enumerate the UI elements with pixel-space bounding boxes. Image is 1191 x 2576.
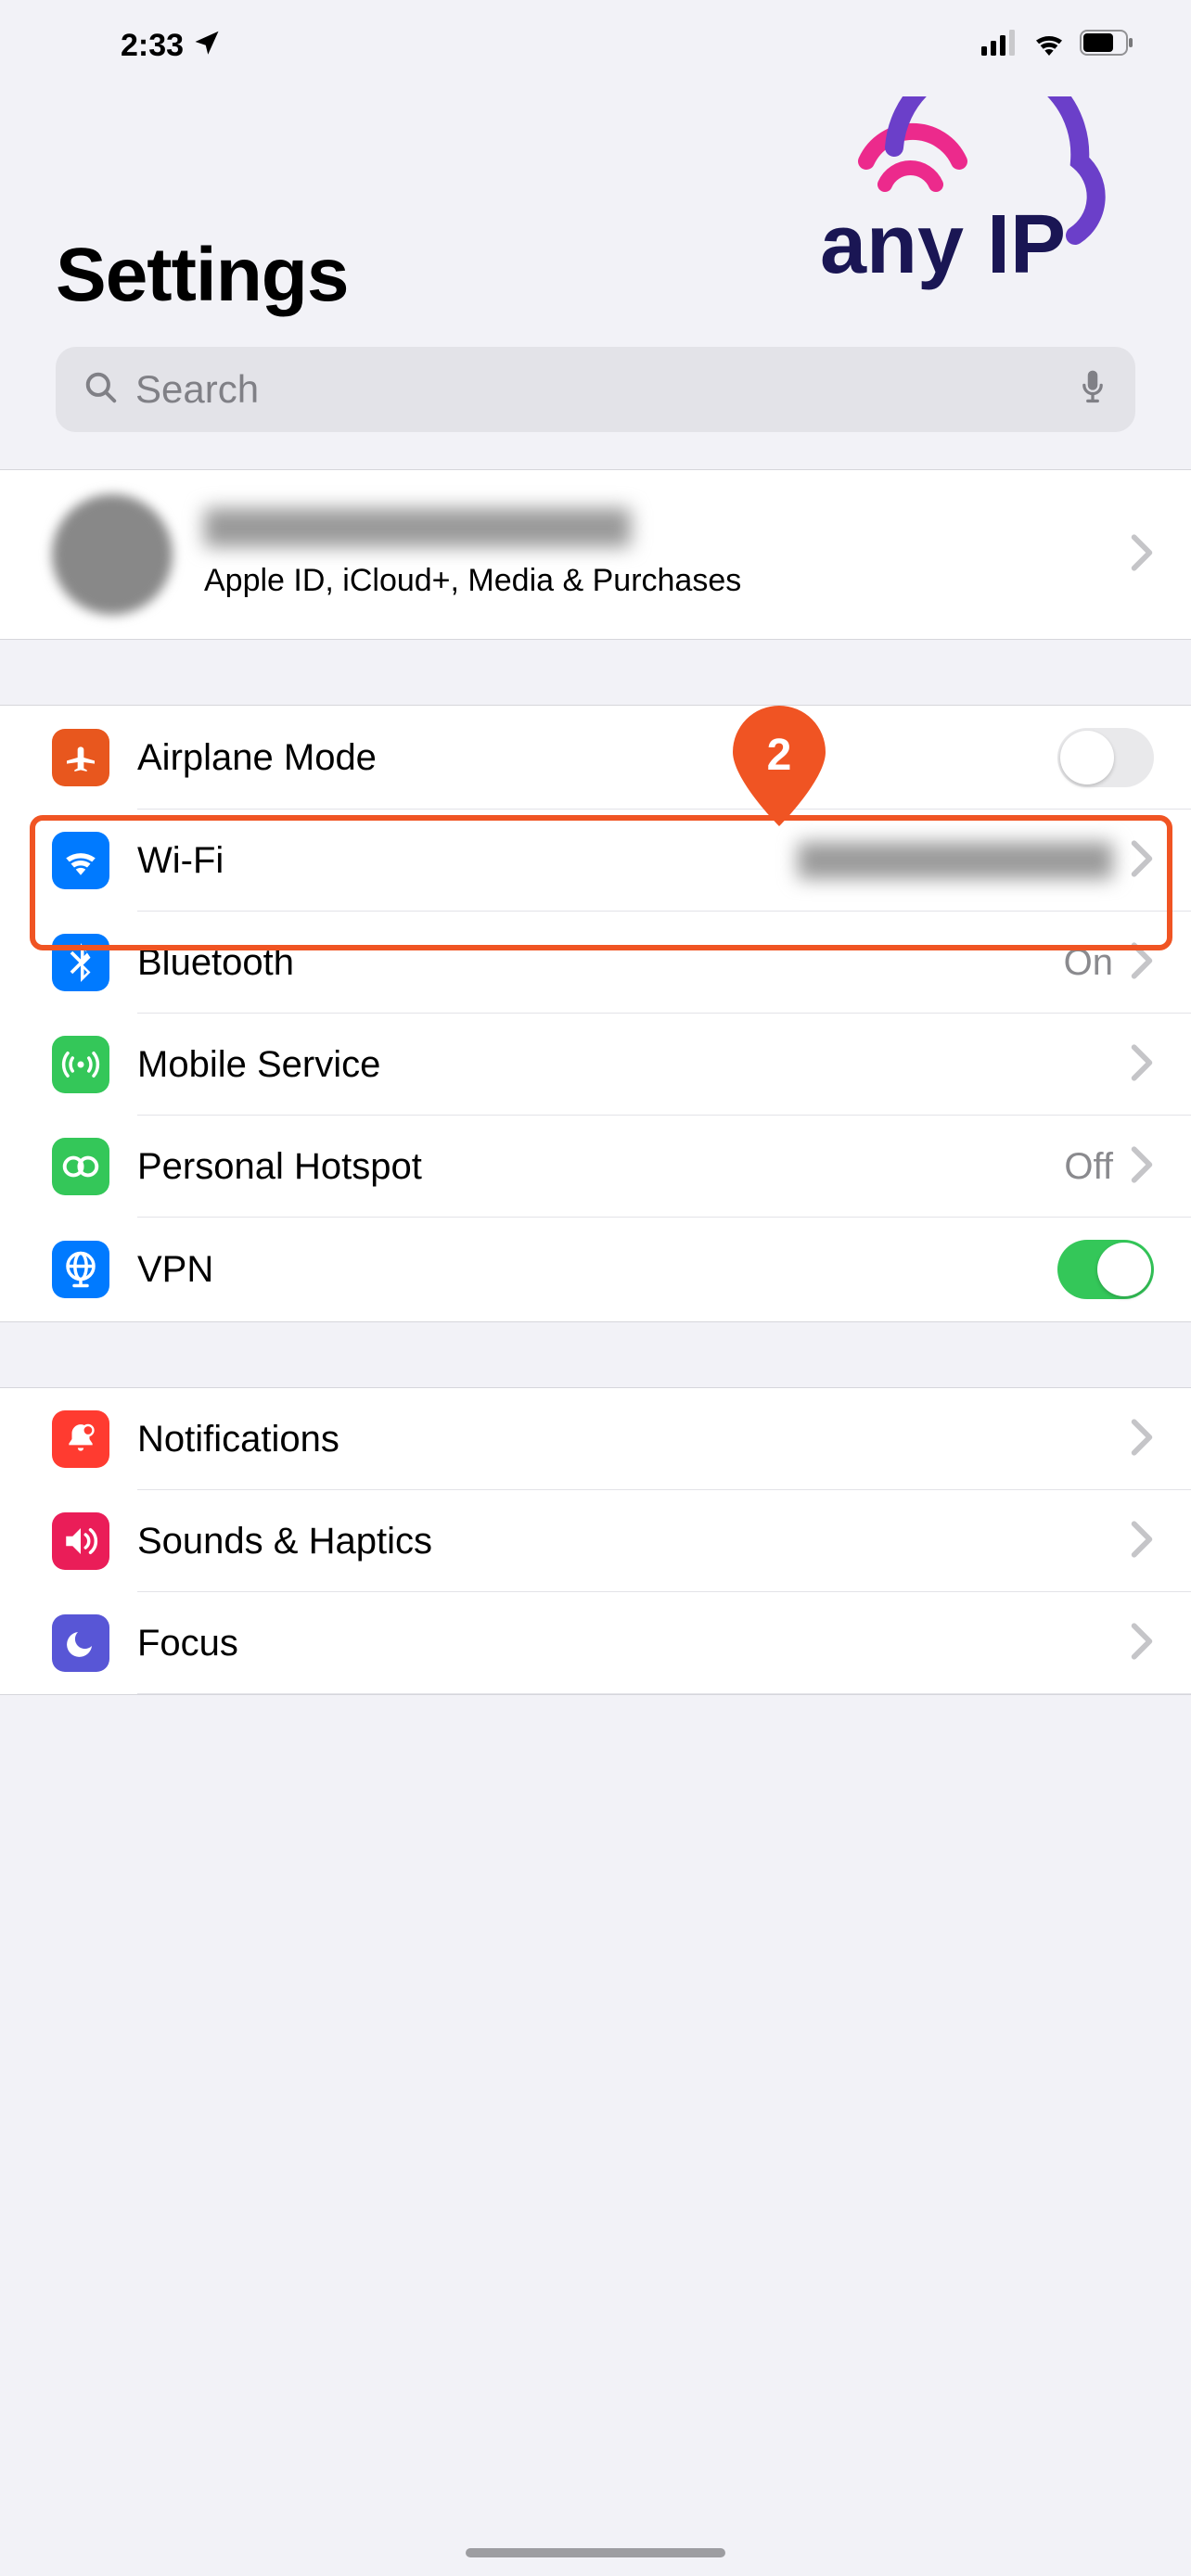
speaker-icon bbox=[52, 1512, 109, 1570]
mobile-service-label: Mobile Service bbox=[137, 1044, 1130, 1086]
antenna-icon bbox=[52, 1036, 109, 1093]
svg-text:IP: IP bbox=[987, 198, 1066, 291]
chevron-right-icon bbox=[1130, 942, 1154, 984]
page-title: Settings bbox=[56, 232, 348, 319]
focus-row[interactable]: Focus bbox=[0, 1592, 1191, 1694]
notifications-row[interactable]: Notifications bbox=[0, 1388, 1191, 1490]
wifi-network-name-blurred bbox=[798, 842, 1113, 879]
airplane-icon bbox=[52, 729, 109, 786]
hotspot-icon bbox=[52, 1138, 109, 1195]
sounds-haptics-label: Sounds & Haptics bbox=[137, 1521, 1130, 1562]
wifi-label: Wi-Fi bbox=[137, 840, 798, 882]
moon-icon bbox=[52, 1614, 109, 1672]
bluetooth-icon bbox=[52, 934, 109, 991]
search-bar[interactable] bbox=[56, 347, 1135, 432]
personal-hotspot-row[interactable]: Personal Hotspot Off bbox=[0, 1116, 1191, 1218]
wifi-row[interactable]: Wi-Fi bbox=[0, 810, 1191, 912]
chevron-right-icon bbox=[1130, 1419, 1154, 1460]
anyip-logo: any IP bbox=[801, 96, 1135, 300]
home-indicator[interactable] bbox=[466, 2548, 725, 2557]
search-icon bbox=[83, 370, 119, 410]
wifi-settings-icon bbox=[52, 832, 109, 889]
mobile-service-row[interactable]: Mobile Service bbox=[0, 1014, 1191, 1116]
bluetooth-label: Bluetooth bbox=[137, 942, 1064, 984]
vpn-globe-icon bbox=[52, 1241, 109, 1298]
wifi-icon bbox=[1031, 28, 1067, 64]
notifications-bell-icon bbox=[52, 1410, 109, 1468]
vpn-toggle[interactable] bbox=[1057, 1240, 1154, 1299]
location-arrow-icon bbox=[193, 28, 221, 64]
sounds-haptics-row[interactable]: Sounds & Haptics bbox=[0, 1490, 1191, 1592]
chevron-right-icon bbox=[1130, 840, 1154, 882]
vpn-row[interactable]: VPN bbox=[0, 1218, 1191, 1321]
account-name-blurred bbox=[204, 508, 631, 547]
battery-icon bbox=[1080, 28, 1135, 64]
account-section: Apple ID, iCloud+, Media & Purchases bbox=[0, 469, 1191, 640]
chevron-right-icon bbox=[1130, 1521, 1154, 1562]
search-input[interactable] bbox=[135, 367, 1061, 412]
notifications-label: Notifications bbox=[137, 1419, 1130, 1460]
microphone-icon[interactable] bbox=[1078, 368, 1108, 412]
status-bar: 2:33 bbox=[0, 0, 1191, 83]
chevron-right-icon bbox=[1130, 534, 1154, 576]
apple-id-row[interactable]: Apple ID, iCloud+, Media & Purchases bbox=[0, 470, 1191, 639]
chevron-right-icon bbox=[1130, 1146, 1154, 1188]
focus-label: Focus bbox=[137, 1623, 1130, 1664]
airplane-mode-row[interactable]: Airplane Mode bbox=[0, 706, 1191, 810]
airplane-mode-toggle[interactable] bbox=[1057, 728, 1154, 787]
airplane-mode-label: Airplane Mode bbox=[137, 737, 1057, 779]
personal-hotspot-label: Personal Hotspot bbox=[137, 1146, 1064, 1188]
chevron-right-icon bbox=[1130, 1044, 1154, 1086]
chevron-right-icon bbox=[1130, 1623, 1154, 1664]
personal-hotspot-value: Off bbox=[1064, 1146, 1113, 1188]
cellular-icon bbox=[981, 28, 1018, 64]
bluetooth-row[interactable]: Bluetooth On bbox=[0, 912, 1191, 1014]
svg-text:any: any bbox=[820, 198, 964, 291]
account-subtitle: Apple ID, iCloud+, Media & Purchases bbox=[204, 560, 1130, 601]
alerts-section: Notifications Sounds & Haptics Focus bbox=[0, 1387, 1191, 1695]
status-time: 2:33 bbox=[121, 28, 184, 64]
bluetooth-value: On bbox=[1064, 942, 1113, 984]
vpn-label: VPN bbox=[137, 1249, 1057, 1291]
avatar bbox=[52, 494, 173, 615]
connectivity-section: Airplane Mode Wi-Fi Bluetooth On Mobile … bbox=[0, 705, 1191, 1322]
